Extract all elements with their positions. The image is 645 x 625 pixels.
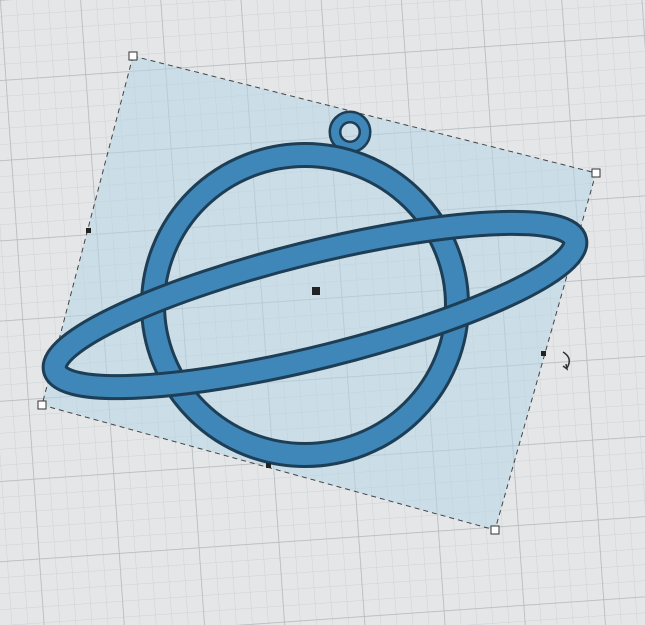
corner-handle[interactable]: [591, 168, 601, 178]
corner-handle[interactable]: [490, 525, 500, 535]
corner-handle[interactable]: [37, 400, 47, 410]
edge-handle[interactable]: [266, 463, 271, 468]
workplane-viewport[interactable]: [0, 0, 645, 625]
corner-handle[interactable]: [128, 51, 138, 61]
center-handle-icon[interactable]: [312, 287, 320, 295]
edge-handle[interactable]: [86, 228, 91, 233]
workplane-canvas[interactable]: [0, 0, 645, 625]
edge-handle[interactable]: [541, 351, 546, 356]
